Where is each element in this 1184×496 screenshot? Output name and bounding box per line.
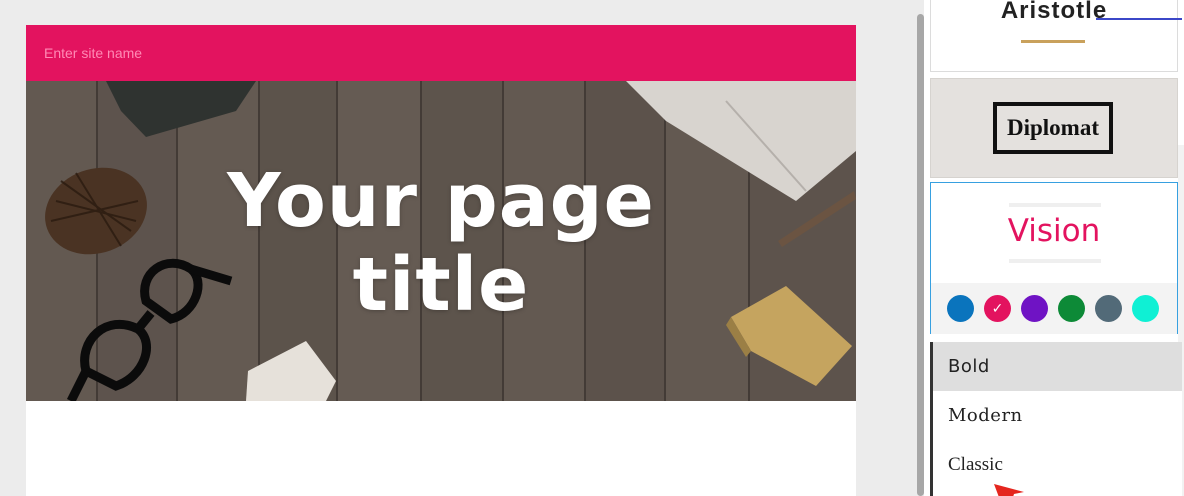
font-style-menu: Bold Modern Classic bbox=[930, 342, 1182, 496]
theme-card-aristotle[interactable]: Aristotle bbox=[930, 0, 1178, 72]
site-preview: Your page title bbox=[26, 25, 856, 496]
color-swatch-pink[interactable]: ✓ bbox=[984, 295, 1011, 322]
color-swatch-slate[interactable] bbox=[1095, 295, 1122, 322]
hero-title[interactable]: Your page title bbox=[26, 159, 856, 327]
hero-banner[interactable]: Your page title bbox=[26, 81, 856, 401]
theme-name-vision: Vision bbox=[1007, 213, 1101, 249]
theme-accent-line bbox=[1021, 40, 1085, 43]
site-header bbox=[26, 25, 856, 81]
theme-preview-vision: Vision bbox=[931, 183, 1177, 283]
theme-rule-top bbox=[1009, 203, 1101, 207]
theme-name-diplomat: Diplomat bbox=[993, 102, 1113, 154]
hero-title-line1: Your page bbox=[227, 158, 655, 244]
theme-card-vision[interactable]: Vision ✓ bbox=[930, 182, 1178, 334]
hero-title-line2: title bbox=[352, 242, 530, 328]
theme-card-diplomat[interactable]: Diplomat bbox=[930, 78, 1178, 178]
color-swatch-aqua[interactable] bbox=[1132, 295, 1159, 322]
arrow-cursor-icon bbox=[994, 484, 1024, 496]
color-swatch-bar: ✓ bbox=[931, 283, 1177, 334]
font-option-bold[interactable]: Bold bbox=[933, 342, 1182, 391]
canvas-scrollbar[interactable] bbox=[916, 14, 924, 496]
font-option-classic[interactable]: Classic bbox=[933, 440, 1182, 489]
color-swatch-blue[interactable] bbox=[947, 295, 974, 322]
theme-rule-bottom bbox=[1009, 259, 1101, 263]
theme-panel: Aristotle Diplomat Vision ✓ Bold Modern … bbox=[924, 0, 1184, 496]
theme-name-aristotle: Aristotle bbox=[1000, 0, 1108, 24]
color-swatch-purple[interactable] bbox=[1021, 295, 1048, 322]
canvas-scrollbar-thumb[interactable] bbox=[917, 14, 924, 496]
highlight-line bbox=[1096, 18, 1182, 20]
color-swatch-green[interactable] bbox=[1058, 295, 1085, 322]
editor-canvas: Your page title bbox=[0, 0, 918, 496]
site-name-input[interactable] bbox=[44, 45, 344, 61]
font-option-modern[interactable]: Modern bbox=[933, 391, 1182, 440]
check-icon: ✓ bbox=[991, 300, 1004, 317]
